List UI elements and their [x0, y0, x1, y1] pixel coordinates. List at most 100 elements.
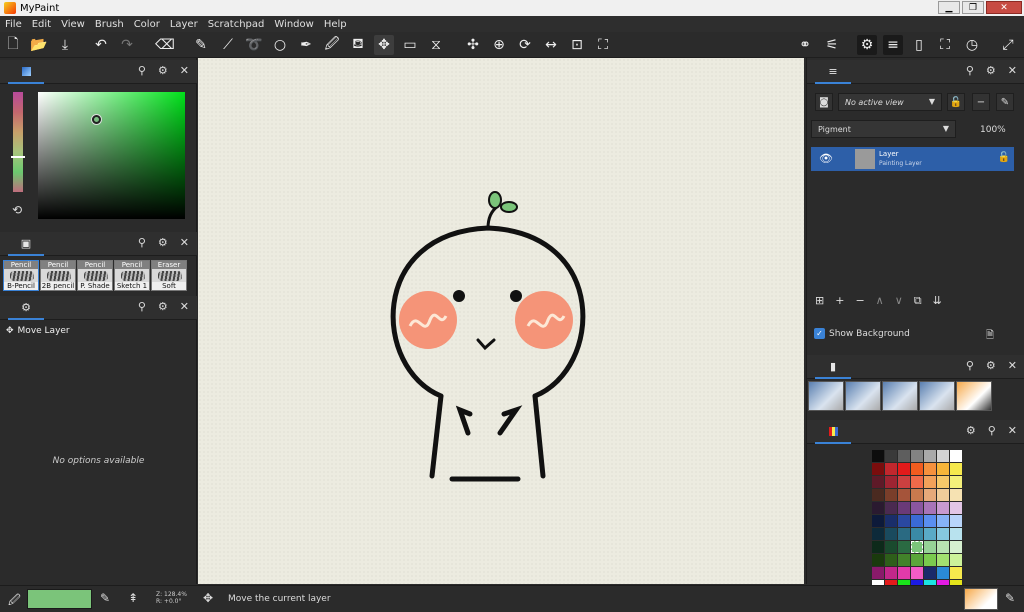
palette-swatch[interactable]	[885, 541, 897, 553]
palette-swatch[interactable]	[872, 450, 884, 462]
palette-swatch[interactable]	[924, 554, 936, 566]
palette-swatch[interactable]	[872, 554, 884, 566]
undo-icon[interactable]: ↶	[91, 35, 111, 55]
dock-options-icon[interactable]: ⚙	[966, 424, 976, 437]
save-file-icon[interactable]: ⤓	[55, 35, 75, 55]
palette-swatch[interactable]	[950, 528, 962, 540]
move-layer-icon[interactable]: ✥	[374, 35, 394, 55]
palette-swatch[interactable]	[950, 541, 962, 553]
dock-float-icon[interactable]: ⚲	[138, 64, 146, 77]
dock-options-icon[interactable]: ⚙	[158, 300, 168, 313]
brush-settings-icon[interactable]: ⚟	[822, 35, 842, 55]
color-picker-icon[interactable]: 🖉	[8, 591, 21, 612]
palette-swatch[interactable]	[911, 502, 923, 514]
palette-swatch[interactable]	[885, 463, 897, 475]
move-layer-down-icon[interactable]: ∨	[895, 294, 903, 308]
expand-icon[interactable]: ⤢	[998, 35, 1018, 55]
palette-swatch[interactable]	[924, 515, 936, 527]
menu-brush[interactable]: Brush	[90, 19, 129, 30]
palette-swatch[interactable]	[898, 463, 910, 475]
background-settings-icon[interactable]: 🗎	[986, 328, 994, 345]
zoom-view-icon[interactable]: ⊕	[489, 35, 509, 55]
recent-brush-item[interactable]	[956, 381, 992, 411]
palette-swatch[interactable]	[937, 528, 949, 540]
palette-swatch[interactable]	[937, 515, 949, 527]
palette-swatch[interactable]	[911, 515, 923, 527]
palette-swatch[interactable]	[924, 567, 936, 579]
brush-icon[interactable]: ✎	[1005, 591, 1015, 605]
recent-brush-item[interactable]	[882, 381, 918, 411]
camera-icon[interactable]: ◙	[815, 93, 833, 111]
history-clock-icon[interactable]: ◷	[962, 35, 982, 55]
dock-options-icon[interactable]: ⚙	[986, 359, 996, 372]
hue-marker[interactable]	[11, 156, 25, 158]
palette-swatch[interactable]	[911, 476, 923, 488]
ellipse-icon[interactable]: ○	[270, 35, 290, 55]
layer-opacity[interactable]: 100%	[980, 125, 1006, 135]
pen-nib-icon[interactable]: ✒	[296, 35, 316, 55]
palette-swatch[interactable]	[911, 463, 923, 475]
close-window-button[interactable]: ✕	[986, 1, 1022, 14]
move-layer-up-icon[interactable]: ∧	[876, 294, 884, 308]
current-color-swatch[interactable]	[27, 589, 92, 609]
dock-close-icon[interactable]: ✕	[180, 300, 189, 313]
palette-swatch[interactable]	[950, 463, 962, 475]
palette-swatch[interactable]	[872, 567, 884, 579]
unlock-icon[interactable]: 🔓	[998, 152, 1010, 163]
rotate-view-icon[interactable]: ⟳	[515, 35, 535, 55]
palette-swatch[interactable]	[924, 502, 936, 514]
palette-swatch[interactable]	[898, 541, 910, 553]
blend-mode-select[interactable]: Pigment ▼	[811, 120, 956, 138]
brush-item[interactable]: Pencil Sketch 1	[114, 260, 150, 291]
recent-brush-item[interactable]	[845, 381, 881, 411]
dock-close-icon[interactable]: ✕	[1008, 359, 1017, 372]
palette-swatch[interactable]	[872, 541, 884, 553]
dock-close-icon[interactable]: ✕	[1008, 424, 1017, 437]
menu-help[interactable]: Help	[319, 19, 352, 30]
palette-swatch[interactable]	[924, 489, 936, 501]
palette-swatch[interactable]	[911, 450, 923, 462]
current-brush-preview[interactable]	[964, 588, 998, 610]
color-cursor[interactable]	[92, 115, 101, 124]
palette-swatch[interactable]	[950, 554, 962, 566]
eye-icon[interactable]: 👁	[819, 152, 833, 165]
palette-swatch[interactable]	[911, 528, 923, 540]
main-menu-icon[interactable]: ≡	[883, 35, 903, 55]
palette-swatch[interactable]	[924, 476, 936, 488]
palette-swatch[interactable]	[885, 489, 897, 501]
redo-icon[interactable]: ↷	[117, 35, 137, 55]
maximize-button[interactable]: ❐	[962, 1, 984, 14]
palette-swatch[interactable]	[911, 489, 923, 501]
show-background-toggle[interactable]: ✓ Show Background 🗎	[814, 328, 994, 341]
color-picker-icon[interactable]: 🖉	[322, 35, 342, 55]
frame-icon[interactable]: ▭	[400, 35, 420, 55]
brush-item[interactable]: Pencil 2B pencil	[40, 260, 76, 291]
saturation-value-picker[interactable]	[38, 92, 185, 219]
palette-swatch[interactable]	[898, 528, 910, 540]
dock-close-icon[interactable]: ✕	[1008, 64, 1017, 77]
drawing-canvas[interactable]	[198, 58, 804, 584]
tab-layers[interactable]: ≡	[815, 60, 851, 84]
dock-close-icon[interactable]: ✕	[180, 64, 189, 77]
recent-brush-item[interactable]	[808, 381, 844, 411]
palette-swatch[interactable]	[898, 476, 910, 488]
eraser-icon[interactable]: ⌫	[155, 35, 175, 55]
dock-float-icon[interactable]: ⚲	[988, 424, 996, 437]
palette-swatch[interactable]	[950, 567, 962, 579]
remove-layer-icon[interactable]: −	[855, 294, 864, 308]
palette-swatch[interactable]	[885, 528, 897, 540]
menu-window[interactable]: Window	[269, 19, 318, 30]
palette-swatch[interactable]	[937, 502, 949, 514]
view-select[interactable]: No active view ▼	[838, 93, 942, 111]
settings-gear-icon[interactable]: ⚙	[857, 35, 877, 55]
tab-color[interactable]	[8, 60, 44, 84]
tab-tool-options[interactable]: ⚙	[8, 296, 44, 320]
dock-options-icon[interactable]: ⚙	[158, 64, 168, 77]
tab-brushes[interactable]: ▣	[8, 232, 44, 256]
palette-swatch[interactable]	[885, 476, 897, 488]
dock-close-icon[interactable]: ✕	[180, 236, 189, 249]
fit-view-icon[interactable]: ⛶	[593, 35, 613, 55]
edit-view-icon[interactable]: ✎	[996, 93, 1014, 111]
refresh-icon[interactable]: ⟲	[12, 203, 22, 217]
color-harmonies-icon[interactable]: ⚭	[795, 35, 815, 55]
